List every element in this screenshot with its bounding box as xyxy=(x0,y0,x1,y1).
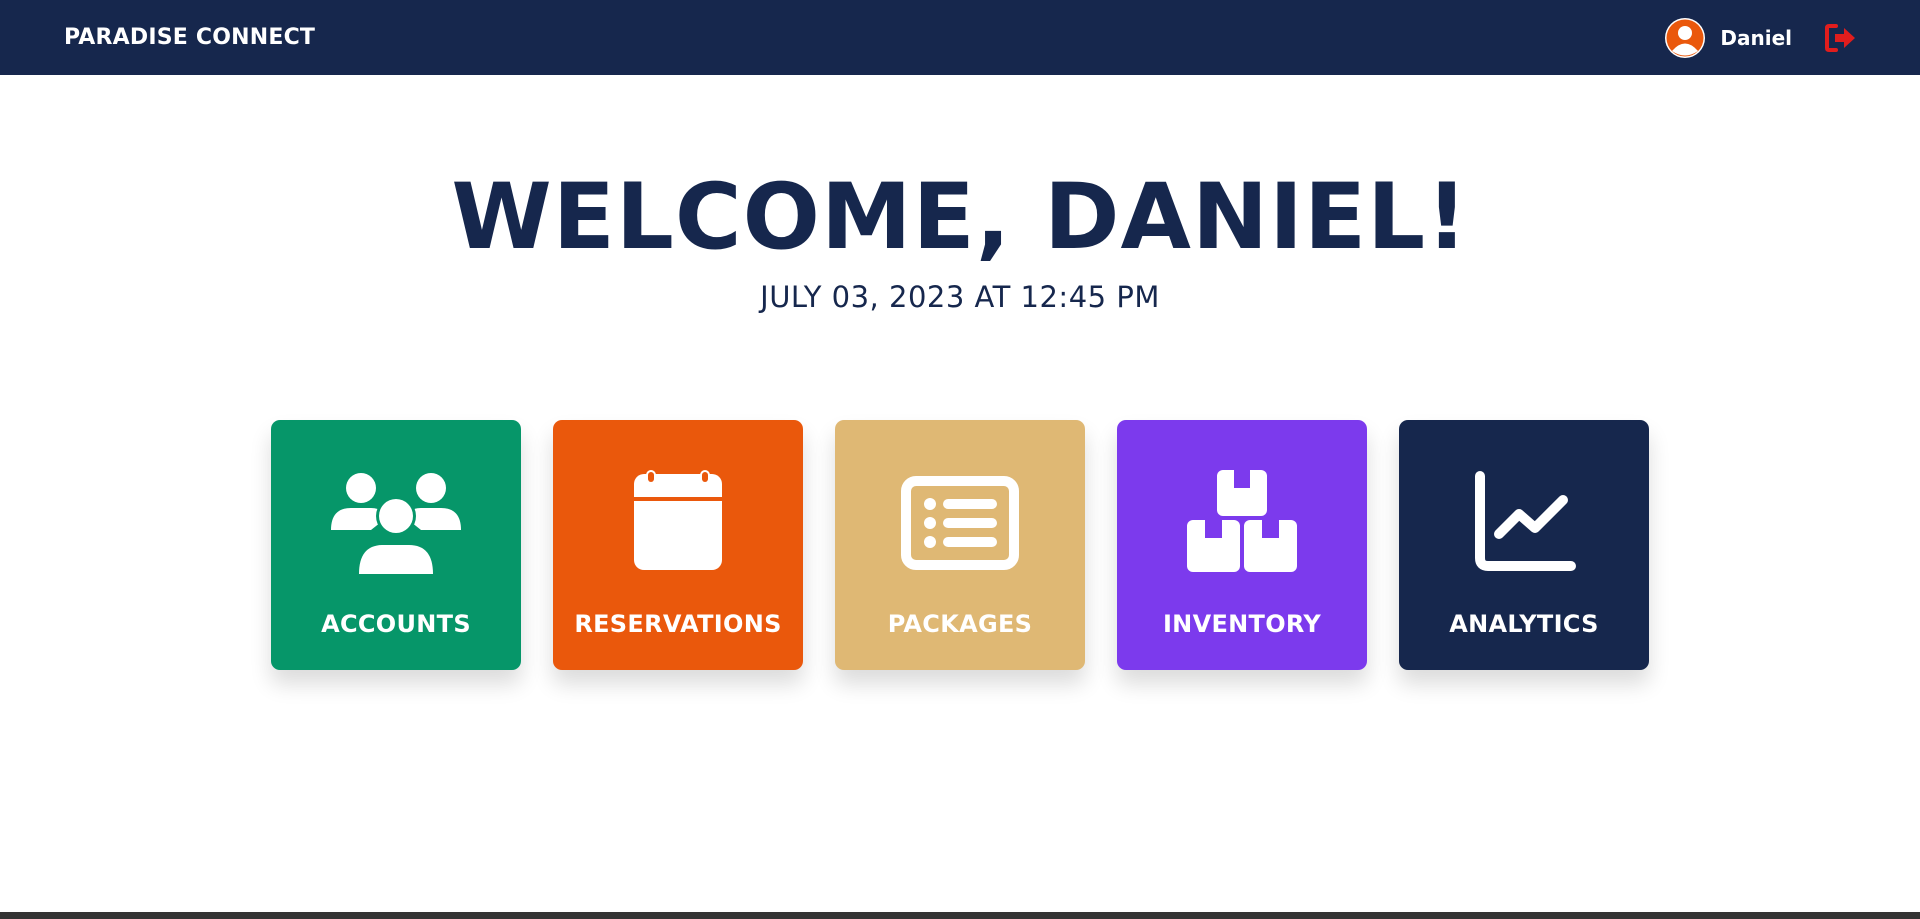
current-datetime: JULY 03, 2023 AT 12:45 PM xyxy=(760,280,1160,314)
top-navbar: PARADISE CONNECT Daniel xyxy=(0,0,1920,75)
user-area: Daniel xyxy=(1665,17,1858,58)
tile-label: ACCOUNTS xyxy=(321,610,471,638)
tile-label: RESERVATIONS xyxy=(574,610,782,638)
dashboard-tiles: ACCOUNTS RESERVATIONS PACKAGES INVENTORY… xyxy=(271,420,1649,670)
brand-name[interactable]: PARADISE CONNECT xyxy=(64,25,315,50)
boxes-icon xyxy=(1177,470,1307,580)
username: Daniel xyxy=(1720,25,1792,50)
tile-label: ANALYTICS xyxy=(1449,610,1599,638)
bottom-divider xyxy=(0,912,1920,919)
list-card-icon xyxy=(895,470,1025,580)
logout-icon[interactable] xyxy=(1824,23,1858,53)
chart-line-icon xyxy=(1459,470,1589,580)
tile-label: PACKAGES xyxy=(887,610,1033,638)
users-icon xyxy=(331,470,461,580)
welcome-heading: WELCOME, DANIEL! xyxy=(451,165,1469,270)
calendar-icon xyxy=(613,470,743,580)
accounts-tile[interactable]: ACCOUNTS xyxy=(271,420,521,670)
avatar-icon[interactable] xyxy=(1665,17,1706,58)
reservations-tile[interactable]: RESERVATIONS xyxy=(553,420,803,670)
inventory-tile[interactable]: INVENTORY xyxy=(1117,420,1367,670)
analytics-tile[interactable]: ANALYTICS xyxy=(1399,420,1649,670)
packages-tile[interactable]: PACKAGES xyxy=(835,420,1085,670)
tile-label: INVENTORY xyxy=(1162,610,1322,638)
